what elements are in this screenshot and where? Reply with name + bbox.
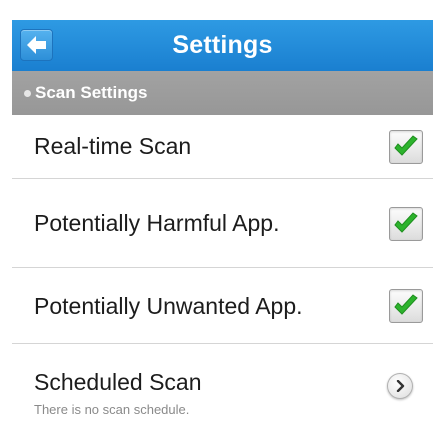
section-header-scan-settings: Scan Settings <box>12 71 433 115</box>
section-title: Scan Settings <box>35 83 148 102</box>
page-title: Settings <box>172 31 273 59</box>
bullet-icon <box>24 90 31 97</box>
setting-label: Potentially Harmful App. <box>34 210 280 236</box>
potentially-unwanted-app-checkbox[interactable] <box>389 289 423 323</box>
setting-row-potentially-harmful-app[interactable]: Potentially Harmful App. <box>12 180 433 268</box>
setting-row-scheduled-scan[interactable]: Scheduled Scan There is no scan schedule… <box>12 345 433 428</box>
setting-row-potentially-unwanted-app[interactable]: Potentially Unwanted App. <box>12 269 433 344</box>
potentially-harmful-app-checkbox[interactable] <box>389 207 423 241</box>
setting-label: Scheduled Scan <box>34 369 202 395</box>
setting-label: Real-time Scan <box>34 133 192 159</box>
top-margin <box>0 0 433 20</box>
real-time-scan-checkbox[interactable] <box>389 130 423 164</box>
scheduled-scan-open-button[interactable] <box>387 373 413 399</box>
checkmark-icon <box>394 294 418 315</box>
setting-row-real-time-scan[interactable]: Real-time Scan <box>12 115 433 179</box>
app-header: Settings <box>12 20 433 71</box>
setting-sublabel: There is no scan schedule. <box>34 402 190 417</box>
checkmark-icon <box>394 135 418 156</box>
setting-label: Potentially Unwanted App. <box>34 293 303 319</box>
chevron-right-icon <box>396 380 405 392</box>
checkmark-icon <box>394 212 418 233</box>
